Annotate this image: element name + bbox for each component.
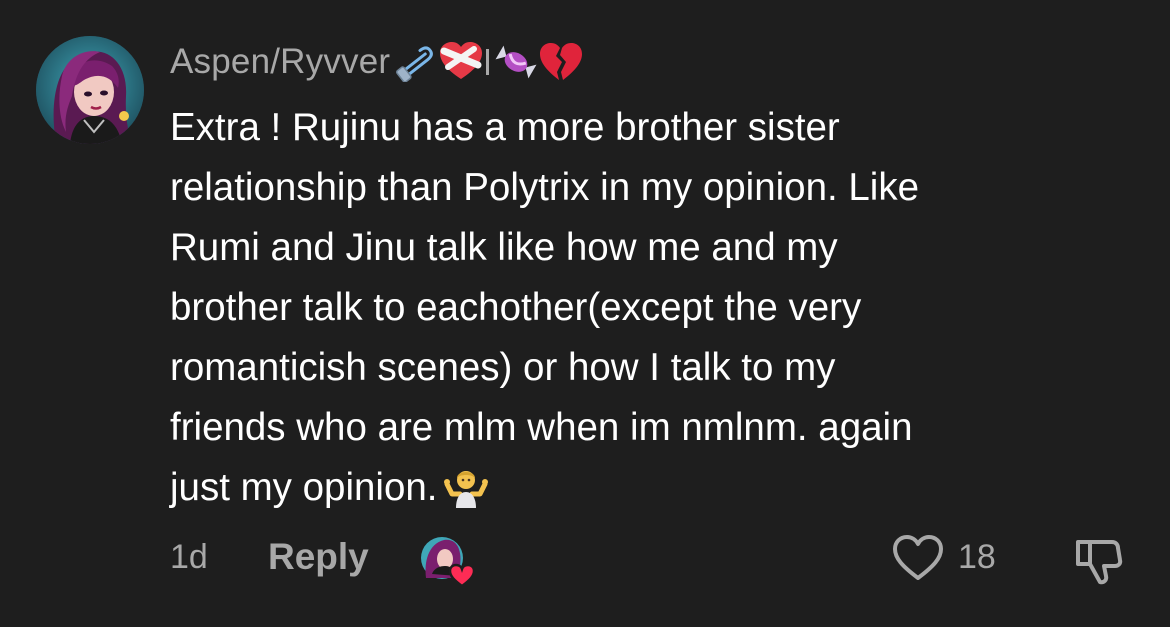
comment: Aspen/Ryvver Extra ! Rujinu has a more b… [0, 0, 1170, 627]
mending-heart-icon [440, 42, 483, 79]
like-count: 18 [958, 538, 996, 576]
comment-line: Extra ! Rujinu has a more brother sister [170, 106, 840, 149]
username-row: Aspen/Ryvver [170, 38, 583, 86]
comment-line: brother talk to eachother(except the ver… [170, 286, 862, 329]
heart-outline-icon [893, 535, 943, 580]
comment-line: Rumi and Jinu talk like how me and my [170, 226, 838, 269]
comment-body: Extra ! Rujinu has a more brother sister… [170, 98, 1130, 518]
username-emoji-group [392, 40, 583, 84]
broken-heart-icon [540, 43, 583, 80]
comment-line: friends who are mlm when im nmlnm. again [170, 406, 913, 449]
like-button[interactable] [890, 532, 946, 584]
timestamp: 1d [170, 538, 208, 576]
comment-last-line-wrapper: just my opinion. [170, 458, 1130, 518]
reply-button[interactable]: Reply [268, 536, 369, 578]
dislike-button[interactable] [1070, 532, 1126, 588]
creator-avatar-icon [421, 537, 476, 588]
comment-line: romanticish scenes) or how I talk to my [170, 346, 836, 389]
creator-liked-indicator [418, 534, 478, 588]
safety-pin-icon [396, 46, 434, 82]
username[interactable]: Aspen/Ryvver [170, 42, 390, 82]
candy-icon [495, 45, 537, 79]
thumbs-down-icon [1076, 540, 1123, 585]
person-shrugging-icon [443, 471, 488, 508]
divider-bar [486, 49, 490, 75]
comment-line: just my opinion. [170, 466, 438, 509]
avatar-image [36, 36, 144, 144]
avatar[interactable] [36, 36, 144, 144]
comment-line: relationship than Polytrix in my opinion… [170, 166, 920, 209]
comment-footer: 1d Reply 18 [0, 528, 1170, 588]
